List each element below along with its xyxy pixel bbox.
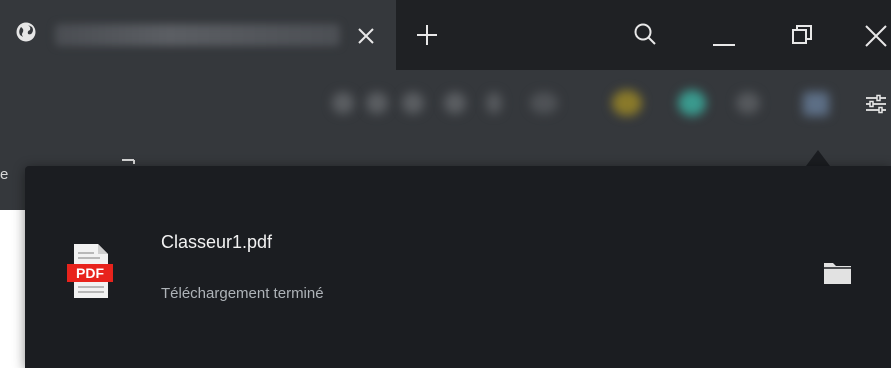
search-icon[interactable] (630, 20, 660, 50)
sliders-icon[interactable] (864, 92, 888, 116)
folder-icon[interactable] (818, 256, 858, 290)
globe-icon (16, 22, 36, 42)
tab-strip (0, 0, 891, 70)
close-icon[interactable] (860, 20, 890, 50)
close-tab-icon[interactable] (354, 24, 378, 48)
downloads-icon[interactable] (803, 92, 829, 116)
downloads-popup (25, 166, 891, 368)
popup-caret (806, 150, 830, 166)
extension-icon[interactable] (736, 92, 760, 114)
extension-icon[interactable] (366, 92, 388, 114)
extension-icon[interactable] (402, 92, 424, 114)
extension-icon[interactable] (444, 92, 466, 114)
restore-icon[interactable] (787, 20, 817, 50)
new-tab-icon[interactable] (414, 22, 440, 48)
browser-tab[interactable] (0, 0, 396, 70)
download-file-name[interactable]: Classeur1.pdf (161, 232, 272, 253)
download-status: Téléchargement terminé (161, 285, 324, 302)
pdf-file-icon: PDF (67, 244, 113, 298)
pdf-badge-label: PDF (76, 265, 104, 281)
extension-icon[interactable] (486, 92, 502, 114)
page-edge-icon (122, 159, 135, 164)
page-edge-text: e (0, 166, 9, 183)
extension-icon[interactable] (530, 92, 558, 114)
tab-title (55, 24, 340, 46)
extension-icon[interactable] (678, 90, 706, 116)
extension-icon[interactable] (332, 92, 354, 114)
extension-icon[interactable] (612, 90, 642, 116)
minimize-icon[interactable] (709, 20, 739, 50)
